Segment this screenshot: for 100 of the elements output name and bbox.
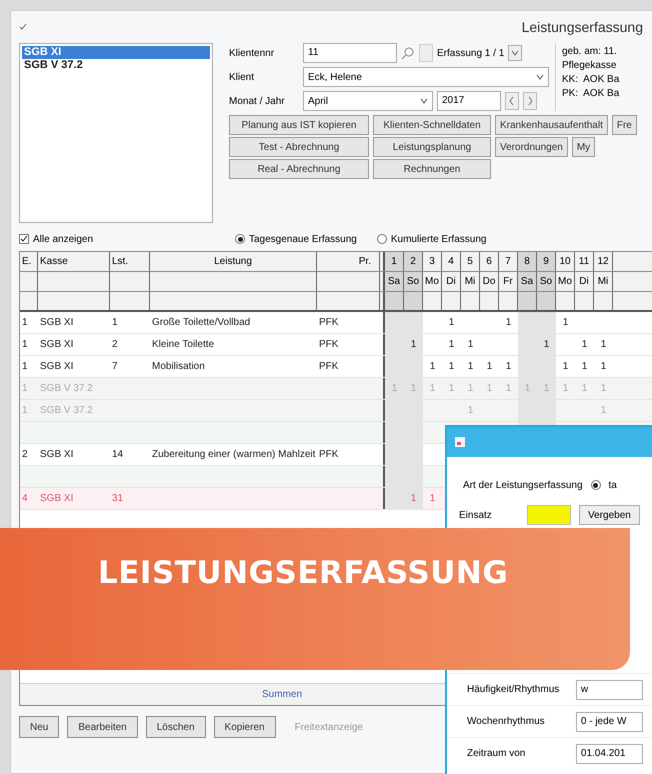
month-combobox[interactable]: April [303,91,433,111]
table-cell: 2 [112,339,118,350]
banner-title: LEISTUNGSERFASSUNG [98,555,508,591]
input-field[interactable]: 0 - jede W [576,712,643,732]
search-icon[interactable] [401,46,415,60]
table-cell: Große Toilette/Vollbad [152,317,250,328]
day-header: Sa [518,272,537,291]
action-button[interactable]: Planung aus IST kopieren [229,115,369,135]
chevron-icon [536,74,544,80]
check-icon [19,23,27,31]
day-count: 1 [430,383,436,394]
day-header: Mo [423,272,442,291]
year-field[interactable]: 2017 [437,91,501,111]
day-header [518,292,537,310]
day-count: 1 [600,383,606,394]
day-header: 10 [556,252,575,271]
radio-button[interactable] [376,234,387,244]
table-cell: PFK [319,339,338,350]
table-cell: 1 [22,317,28,328]
day-header [385,292,404,310]
action-button[interactable]: Real - Abrechnung [229,159,369,179]
day-count: 1 [544,383,550,394]
client-info: geb. am: 11. [562,45,618,59]
footer-button[interactable]: Löschen [146,716,206,738]
day-header: Do [480,272,499,291]
day-header: So [404,272,423,291]
column-header: Kasse [38,252,110,271]
field-label: Klient [229,70,256,84]
day-count: 1 [582,383,588,394]
day-count: 1 [506,383,512,394]
day-header: 8 [518,252,537,271]
table-cell: SGB XI [40,449,74,460]
next-icon[interactable] [523,92,537,110]
table-cell: PFK [319,361,338,372]
day-count: 1 [506,317,512,328]
assign-button[interactable]: Vergeben [579,505,640,525]
checkbox[interactable] [19,234,29,244]
day-header: 1 [385,252,404,271]
action-button[interactable]: Klienten-Schnelldaten [373,115,491,135]
client-info: PK: AOK Ba [562,87,620,101]
day-count: 1 [468,361,474,372]
table-cell: SGB XI [40,339,74,350]
day-header: 3 [423,252,442,271]
color-field[interactable] [527,505,571,525]
table-cell: Kleine Toilette [152,339,214,350]
radio-label: Kumulierte Erfassung [390,232,486,246]
day-count: 1 [448,361,454,372]
day-header: 2 [404,252,423,271]
client-combobox[interactable]: Eck, Helene [303,67,549,87]
table-cell: 1 [22,383,28,394]
app-icon [455,437,465,447]
dropdown-icon[interactable] [508,45,522,61]
action-button[interactable]: Rechnungen [373,159,491,179]
footer-button[interactable]: Bearbeiten [67,716,138,738]
field-label: Art der Leistungserfassung [463,478,583,492]
field-label: Zeitraum von [467,747,526,761]
previous-icon[interactable] [505,92,519,110]
footer-button[interactable]: Neu [19,716,60,738]
day-header: 5 [461,252,480,271]
action-button[interactable]: Fre [612,115,637,135]
table-cell: 14 [112,449,124,460]
table-cell: 4 [22,493,28,504]
day-count: 1 [448,317,454,328]
table-cell: 1 [22,405,28,416]
column-header: Lst. [110,252,150,271]
sum-label: Summen [262,688,302,702]
field-label: Klientennr [229,46,276,60]
radio-button[interactable] [235,234,245,244]
action-button[interactable]: My [572,137,596,157]
footer-button[interactable]: Kopieren [214,716,276,738]
day-count: 1 [562,361,568,372]
table-cell: 1 [112,317,118,328]
day-count: 1 [468,405,474,416]
radio-label: Tagesgenaue Erfassung [249,232,357,246]
table-row[interactable]: 1 SGB XI 7 Mobilisation PFK 1 1 1 1 1 1 1 1 [20,356,652,378]
action-button[interactable]: Test - Abrechnung [229,137,369,157]
day-count: 1 [486,383,492,394]
category-item[interactable]: SGB V 37.2 [22,59,210,72]
action-button[interactable]: Leistungsplanung [373,137,491,157]
client-info: Pflegekasse [562,59,618,73]
action-button[interactable]: Verordnungen [495,137,568,157]
action-button[interactable]: Krankenhausaufenthalt [495,115,608,135]
day-header: Di [575,272,594,291]
table-cell: SGB XI [40,317,74,328]
radio-button[interactable] [590,480,601,490]
column-header: E. [20,252,38,271]
field-label: Wochenrhythmus [467,715,546,729]
input-field[interactable]: w [576,680,643,700]
day-count: 1 [430,361,436,372]
table-row[interactable]: 1 SGB XI 2 Kleine Toilette PFK 1 1 1 1 1 1 [20,334,652,356]
table-cell: SGB V 37.2 [40,405,93,416]
day-count: 1 [430,493,436,504]
day-header: Di [442,272,461,291]
category-item[interactable]: SGB XI [22,46,210,59]
input-field[interactable]: 01.04.201 [576,744,643,764]
table-row[interactable]: 1 SGB XI 1 Große Toilette/Vollbad PFK 1 1 1 [20,312,652,334]
checkbox-label: Alle anzeigen [33,232,94,246]
day-count: 1 [486,361,492,372]
client-number-field[interactable]: 11 [303,43,397,63]
day-header: 11 [575,252,594,271]
